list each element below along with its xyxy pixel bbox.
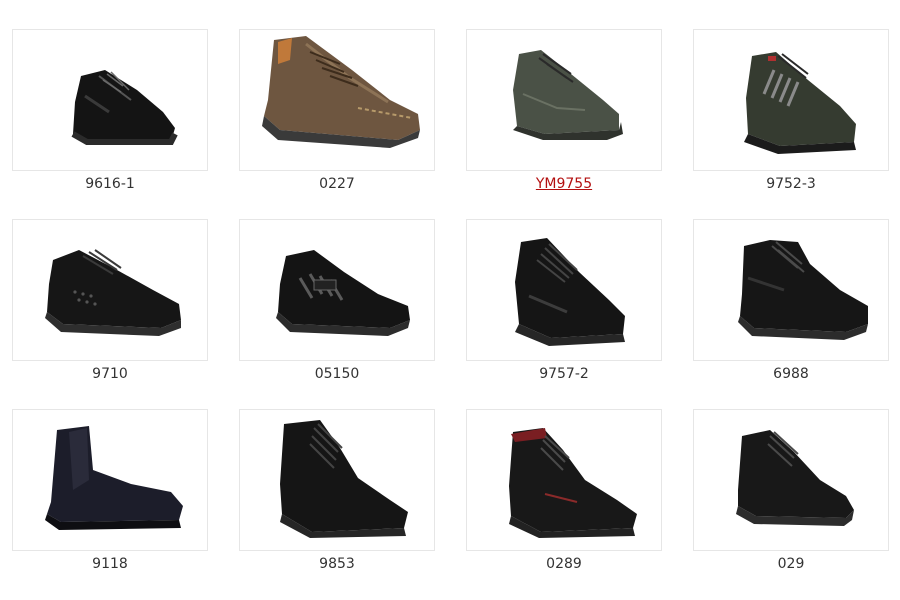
product-code-label[interactable]: 6988 [693, 365, 889, 383]
product-grid: 9616-1 0227 YM9755 9752-3 9710 05150 975… [0, 0, 900, 600]
product-card[interactable]: 029 [693, 409, 889, 581]
product-code-label[interactable]: 0227 [239, 175, 435, 193]
product-card[interactable]: 9853 [239, 409, 435, 581]
product-image-frame[interactable] [466, 409, 662, 551]
perforated-black-safety-shoe-icon [45, 249, 181, 336]
green-sport-safety-shoe-icon [744, 52, 856, 154]
product-code-label[interactable]: 9710 [12, 365, 208, 383]
product-code-label[interactable]: 9757-2 [466, 365, 662, 383]
product-card[interactable]: 0289 [466, 409, 662, 581]
product-card[interactable]: 6988 [693, 219, 889, 391]
product-image-frame[interactable] [466, 29, 662, 171]
product-card[interactable]: 9118 [12, 409, 208, 581]
grey-green-sport-safety-shoe-icon [513, 50, 623, 140]
brown-suede-casual-shoe-icon [262, 36, 420, 148]
black-mid-cut-safety-boot-icon [738, 240, 868, 340]
product-image-frame[interactable] [693, 29, 889, 171]
product-image-frame[interactable] [239, 219, 435, 361]
product-card[interactable]: 9752-3 [693, 29, 889, 201]
product-image-frame[interactable] [12, 29, 208, 171]
product-card[interactable]: 0227 [239, 29, 435, 201]
low-cut-black-safety-shoe-icon [71, 70, 178, 145]
product-image-frame[interactable] [466, 219, 662, 361]
black-red-lining-safety-boot-icon [509, 428, 637, 538]
product-code-label[interactable]: 9752-3 [693, 175, 889, 193]
product-card[interactable]: 05150 [239, 219, 435, 391]
product-code-label[interactable]: 9853 [239, 555, 435, 573]
product-code-label[interactable]: 9616-1 [12, 175, 208, 193]
product-card[interactable]: 9710 [12, 219, 208, 391]
product-image-frame[interactable] [693, 409, 889, 551]
product-code-label[interactable]: 05150 [239, 365, 435, 383]
product-card[interactable]: 9616-1 [12, 29, 208, 201]
product-code-label[interactable]: 0289 [466, 555, 662, 573]
black-high-cut-safety-boot-icon [280, 420, 408, 538]
product-code-label[interactable]: 9118 [12, 555, 208, 573]
product-image-frame[interactable] [12, 219, 208, 361]
black-lace-safety-shoe-icon [515, 238, 625, 346]
product-image-frame[interactable] [693, 219, 889, 361]
black-chelsea-safety-boot-icon [45, 426, 183, 530]
product-card[interactable]: 9757-2 [466, 219, 662, 391]
product-card[interactable]: YM9755 [466, 29, 662, 201]
product-code-link-active[interactable]: YM9755 [466, 175, 662, 193]
black-sandal-safety-shoe-icon [276, 250, 410, 336]
product-image-frame[interactable] [239, 29, 435, 171]
product-code-label[interactable]: 029 [693, 555, 889, 573]
black-mid-cut-lace-boot-icon [736, 430, 854, 526]
product-image-frame[interactable] [12, 409, 208, 551]
product-image-frame[interactable] [239, 409, 435, 551]
